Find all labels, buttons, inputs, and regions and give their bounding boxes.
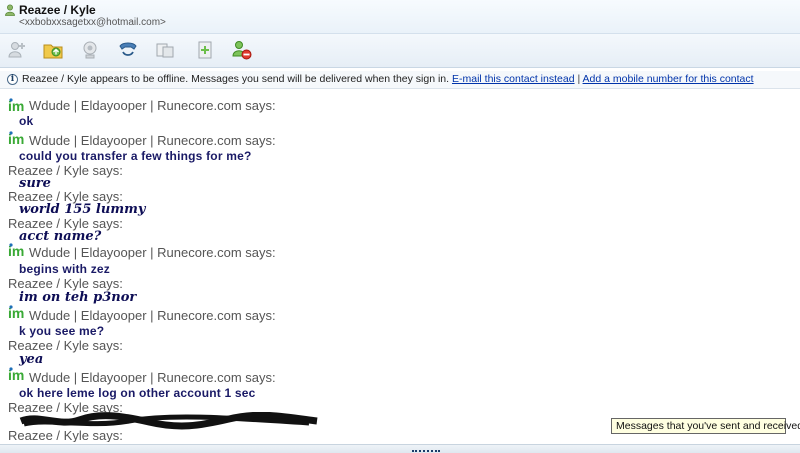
- block-contact-button[interactable]: [229, 38, 255, 62]
- invite-contact-button[interactable]: [4, 38, 30, 62]
- activities-icon: [198, 41, 212, 59]
- send-files-icon: [43, 44, 63, 59]
- message-text: begins with zez: [19, 262, 111, 276]
- message-sender: Wdude | Eldayooper | Runecore.com says:: [29, 133, 276, 148]
- activities-button[interactable]: [192, 38, 218, 62]
- add-mobile-link[interactable]: Add a mobile number for this contact: [583, 73, 754, 85]
- im-logo-icon: im: [8, 131, 24, 145]
- message-sender: Reazee / Kyle says:: [8, 338, 123, 353]
- contact-status-icon: [5, 4, 15, 16]
- offline-notice-text: Reazee / Kyle appears to be offline. Mes…: [22, 73, 450, 85]
- message-text: k you see me?: [19, 324, 105, 338]
- share-folder-button[interactable]: [152, 38, 178, 62]
- invite-contact-icon: [8, 42, 25, 58]
- message-sender: Wdude | Eldayooper | Runecore.com says:: [29, 370, 276, 385]
- conversation-toolbar: [0, 34, 800, 68]
- message-sender: Wdude | Eldayooper | Runecore.com says:: [29, 308, 276, 323]
- offline-notice: Reazee / Kyle appears to be offline. Mes…: [22, 73, 754, 85]
- message-sender: Wdude | Eldayooper | Runecore.com says:: [29, 98, 276, 113]
- message-sender: Reazee / Kyle says:: [8, 276, 123, 291]
- message-sender: Reazee / Kyle says:: [8, 428, 123, 442]
- message-text: im on teh p3nor: [19, 290, 137, 305]
- email-contact-link[interactable]: E-mail this contact instead: [452, 73, 575, 85]
- conversation-header: Reazee / Kyle <xxbobxxsagetxx@hotmail.co…: [0, 0, 800, 34]
- send-files-button[interactable]: [40, 38, 66, 62]
- splitter-grip-icon[interactable]: [412, 450, 440, 452]
- block-contact-icon: [232, 41, 252, 60]
- contact-email: <xxbobxxsagetxx@hotmail.com>: [19, 17, 166, 28]
- webcam-button[interactable]: [77, 38, 103, 62]
- call-icon: [119, 42, 137, 56]
- message-text: acct name?: [19, 229, 102, 244]
- im-logo-icon: im: [8, 98, 24, 112]
- history-tooltip: Messages that you've sent and received: [611, 418, 800, 434]
- share-folder-icon: [156, 43, 174, 58]
- message-text: world 155 lummy: [19, 202, 146, 217]
- message-text: yea: [19, 352, 44, 367]
- im-logo-icon: im: [8, 305, 24, 319]
- im-logo-icon: im: [8, 243, 24, 257]
- offline-notice-bar: i Reazee / Kyle appears to be offline. M…: [0, 71, 800, 89]
- message-text: could you transfer a few things for me?: [19, 149, 252, 163]
- message-sender: Wdude | Eldayooper | Runecore.com says:: [29, 245, 276, 260]
- im-logo-icon: im: [8, 367, 24, 381]
- message-text: ok here leme log on other account 1 sec: [19, 386, 256, 400]
- contact-name: Reazee / Kyle: [19, 3, 96, 17]
- pane-splitter[interactable]: [0, 444, 800, 453]
- info-icon: i: [7, 74, 18, 85]
- webcam-icon: [83, 41, 97, 59]
- conversation-history[interactable]: im Wdude | Eldayooper | Runecore.com say…: [0, 92, 800, 442]
- call-button[interactable]: [115, 38, 141, 62]
- message-text: ok: [19, 114, 34, 128]
- notice-separator: |: [577, 73, 581, 85]
